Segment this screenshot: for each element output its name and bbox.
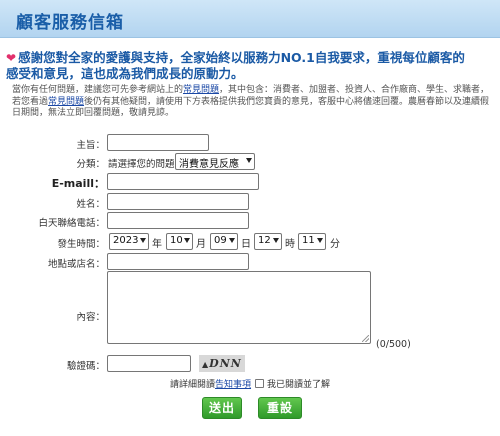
day-select[interactable]: 09 [210,233,238,250]
chevron-down-icon [184,238,190,243]
minute-value: 11 [302,235,315,246]
chevron-down-icon [246,158,252,163]
name-input[interactable] [107,193,249,210]
faq-link-2[interactable]: 常見問題 [48,97,84,107]
name-row: 姓名： [0,193,500,213]
content-label: 內容： [76,312,105,323]
captcha-input[interactable] [107,355,191,372]
day-unit: 日 [241,239,251,250]
chevron-down-icon [273,238,279,243]
store-row: 地點或店名： [0,253,500,273]
category-value: 消費意見反應 [179,159,239,170]
reset-button[interactable]: 重設 [258,397,302,419]
description-text-3: 後仍有其他疑問，請使用下方表格提供我們您寶貴的意見，客服中心將儘速回覆。農曆春節… [12,96,490,119]
phone-input[interactable] [107,212,249,229]
captcha-text: DNN [209,357,242,370]
submit-button[interactable]: 送出 [202,397,242,419]
intro-line-1: 感謝您對全家的愛護與支持，全家始終以服務力NO.1自我要求，重視每位顧客的 [18,50,465,65]
chevron-down-icon [317,238,323,243]
month-value: 10 [170,235,183,246]
year-unit: 年 [152,239,162,250]
agreement-row: 請詳細閱讀告知事項 我已閱讀並了解 [170,377,330,390]
char-counter: (0/500) [376,339,411,350]
resize-grip-icon[interactable] [362,335,369,342]
description: 當你有任何問題，建議您可先參考網站上的常見問題，其中包含：消費者、加盟者、投資人… [12,85,494,120]
agree-checkbox[interactable] [255,379,265,388]
category-row: 分類： 請選擇您的問題 消費意見反應 [0,153,500,173]
intro-text: ❤ 感謝您對全家的愛護與支持，全家始終以服務力NO.1自我要求，重視每位顧客的 感… [6,50,496,82]
time-label: 發生時間： [57,239,105,250]
minute-unit: 分 [330,239,340,250]
minute-select[interactable]: 11 [298,233,326,250]
month-select[interactable]: 10 [166,233,193,250]
description-text-1: 當你有任何問題，建議您可先參考網站上的 [12,85,184,95]
name-label: 姓名： [76,199,105,210]
captcha-label: 驗證碼： [66,361,105,372]
hour-select[interactable]: 12 [254,233,282,250]
email-input[interactable] [107,173,259,190]
subject-label: 主旨： [76,140,105,151]
store-input[interactable] [107,253,249,270]
subject-row: 主旨： [0,134,500,154]
agree-label: 我已閱讀並了解 [267,380,331,390]
category-label: 分類： [76,159,105,170]
year-select[interactable]: 2023 [109,233,149,250]
captcha-image: ▲DNN [199,355,245,372]
agree-prefix: 請詳細閱讀 [170,380,216,390]
category-select[interactable]: 消費意見反應 [175,153,255,170]
phone-row: 白天聯絡電話： [0,212,500,232]
email-row: E-maill： [0,173,500,193]
subject-input[interactable] [107,134,209,151]
faq-link-1[interactable]: 常見問題 [183,85,219,95]
category-hint: 請選擇您的問題 [108,159,175,170]
captcha-row: 驗證碼： [0,355,500,375]
phone-label: 白天聯絡電話： [38,218,105,229]
content-textarea[interactable] [107,271,371,344]
heart-icon: ❤ [6,51,17,65]
hour-value: 12 [258,235,271,246]
page-title: 顧客服務信箱 [16,13,124,33]
hour-unit: 時 [285,239,295,250]
intro-line-2: 感受和意見，這也成為我們成長的原動力。 [6,66,244,81]
title-bar: 顧客服務信箱 [0,0,500,38]
store-label: 地點或店名： [47,259,105,270]
email-label: E-maill： [51,177,105,190]
year-value: 2023 [113,235,139,246]
time-row: 發生時間： 2023 年 10 月 09 日 12 時 11 分 [0,233,500,253]
notice-link[interactable]: 告知事項 [215,380,251,390]
month-unit: 月 [196,239,206,250]
chevron-down-icon [140,238,146,243]
day-value: 09 [214,235,227,246]
chevron-down-icon [229,238,235,243]
